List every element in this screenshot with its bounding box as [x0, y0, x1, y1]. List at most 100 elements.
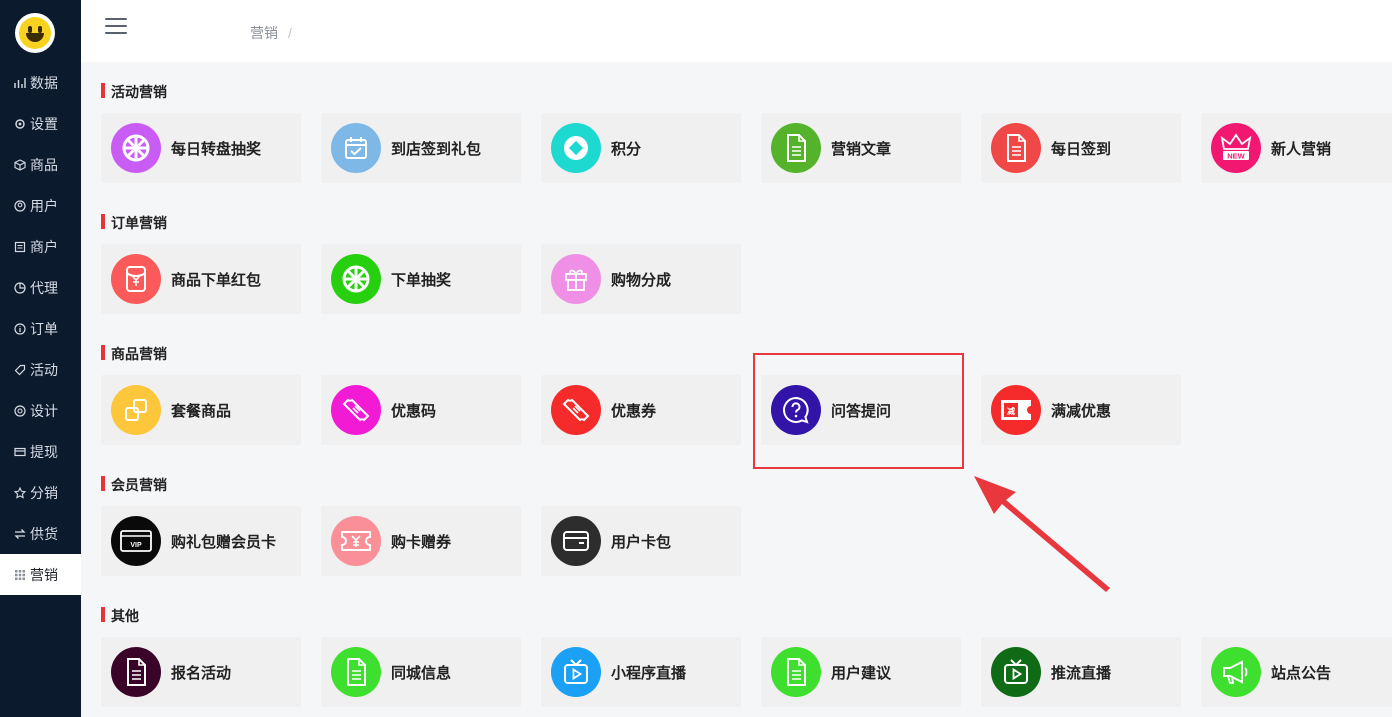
- feature-card-label: 问答提问: [831, 402, 892, 420]
- feature-card[interactable]: VIP 购礼包赠会员卡: [101, 506, 301, 576]
- feature-card[interactable]: 购物分成: [541, 244, 741, 314]
- feature-card[interactable]: NEW 新人营销: [1201, 113, 1392, 183]
- svg-text:减: 减: [1007, 406, 1015, 416]
- feature-card-label: 推流直播: [1051, 664, 1112, 682]
- feature-card-label: 用户卡包: [611, 533, 672, 551]
- calendar-check-icon: [331, 123, 381, 173]
- feature-card[interactable]: 减 满减优惠: [981, 375, 1181, 445]
- discount-icon: 减: [991, 385, 1041, 435]
- diamond-icon: [551, 123, 601, 173]
- sidebar-item-2[interactable]: 商品: [0, 144, 81, 185]
- feature-card-label: 营销文章: [831, 140, 892, 158]
- tag-icon: [13, 363, 26, 376]
- feature-card[interactable]: 到店签到礼包: [321, 113, 521, 183]
- feature-card-label: 购卡赠券: [391, 533, 452, 551]
- feature-card[interactable]: 优惠码: [321, 375, 521, 445]
- breadcrumb-separator: /: [288, 25, 292, 41]
- card-icon: [13, 445, 26, 458]
- swap-icon: [13, 527, 26, 540]
- header: 营销 /: [81, 0, 1392, 62]
- feature-card[interactable]: 报名活动: [101, 637, 301, 707]
- feature-card-label: 用户建议: [831, 664, 892, 682]
- sidebar-item-8[interactable]: 设计: [0, 390, 81, 431]
- sidebar-item-3[interactable]: 用户: [0, 185, 81, 226]
- info-icon: [13, 322, 26, 335]
- sidebar-item-label: 设计: [30, 402, 58, 419]
- crown-new-icon: NEW: [1211, 123, 1261, 173]
- breadcrumb: 营销 /: [250, 23, 292, 43]
- vip-card-icon: VIP: [111, 516, 161, 566]
- sidebar-item-label: 分销: [30, 484, 58, 501]
- sidebar-nav: 数据 设置商品用户商户代理订单活动设计提现分销供货营销: [0, 62, 81, 595]
- feature-card[interactable]: 每日签到: [981, 113, 1181, 183]
- feature-card[interactable]: 商品下单红包: [101, 244, 301, 314]
- stack-icon: [111, 385, 161, 435]
- feature-card-label: 到店签到礼包: [391, 140, 482, 158]
- feature-card[interactable]: 小程序直播: [541, 637, 741, 707]
- sidebar-item-label: 营销: [30, 566, 58, 583]
- sidebar-item-label: 订单: [30, 320, 58, 337]
- section-title: 商品营销: [101, 344, 167, 364]
- logo-smiley-icon[interactable]: [15, 13, 55, 53]
- question-icon: [771, 385, 821, 435]
- feature-card-label: 商品下单红包: [171, 271, 262, 289]
- section-title: 会员营销: [101, 475, 167, 495]
- feature-card-label: 报名活动: [171, 664, 232, 682]
- feature-card[interactable]: 推流直播: [981, 637, 1181, 707]
- megaphone-icon: [1211, 647, 1261, 697]
- sidebar-item-7[interactable]: 活动: [0, 349, 81, 390]
- feature-card[interactable]: 下单抽奖: [321, 244, 521, 314]
- feature-card-label: 满减优惠: [1051, 402, 1112, 420]
- feature-card[interactable]: 用户卡包: [541, 506, 741, 576]
- sidebar-item-5[interactable]: 代理: [0, 267, 81, 308]
- ticket-icon: [551, 385, 601, 435]
- feature-card[interactable]: 每日转盘抽奖: [101, 113, 301, 183]
- feature-card[interactable]: 同城信息: [321, 637, 521, 707]
- ticket-icon: [331, 385, 381, 435]
- document-icon: [771, 123, 821, 173]
- feature-card[interactable]: 用户建议: [761, 637, 961, 707]
- feature-card[interactable]: 问答提问: [761, 375, 961, 445]
- sidebar-item-0[interactable]: 数据: [0, 62, 81, 103]
- feature-card[interactable]: 购卡赠券: [321, 506, 521, 576]
- sidebar-item-11[interactable]: 供货: [0, 513, 81, 554]
- sidebar: 数据 设置商品用户商户代理订单活动设计提现分销供货营销: [0, 0, 81, 717]
- sidebar-item-6[interactable]: 订单: [0, 308, 81, 349]
- feature-card-label: 新人营销: [1271, 140, 1332, 158]
- feature-card-label: 优惠券: [611, 402, 657, 420]
- wallet-icon: [551, 516, 601, 566]
- sidebar-item-label: 供货: [30, 525, 58, 542]
- feature-card-label: 下单抽奖: [391, 271, 452, 289]
- feature-card-label: 同城信息: [391, 664, 452, 682]
- chart-icon: [13, 76, 26, 89]
- menu-toggle-icon[interactable]: [105, 18, 127, 34]
- breadcrumb-item[interactable]: 营销: [250, 25, 278, 41]
- user-icon: [13, 199, 26, 212]
- svg-text:NEW: NEW: [1227, 152, 1245, 161]
- sidebar-item-label: 用户: [30, 197, 58, 214]
- feature-card[interactable]: 套餐商品: [101, 375, 301, 445]
- sidebar-item-label: 商户: [30, 238, 58, 255]
- feature-card-label: 站点公告: [1271, 664, 1332, 682]
- sidebar-item-4[interactable]: 商户: [0, 226, 81, 267]
- sidebar-item-12[interactable]: 营销: [0, 554, 81, 595]
- feature-card[interactable]: 站点公告: [1201, 637, 1392, 707]
- feature-card[interactable]: 营销文章: [761, 113, 961, 183]
- feature-card-label: 购物分成: [611, 271, 672, 289]
- feature-card[interactable]: 积分: [541, 113, 741, 183]
- palette-icon: [13, 404, 26, 417]
- feature-card-label: 小程序直播: [611, 664, 687, 682]
- document-icon: [331, 647, 381, 697]
- red-envelope-icon: [111, 254, 161, 304]
- sidebar-item-9[interactable]: 提现: [0, 431, 81, 472]
- yen-ticket-icon: [331, 516, 381, 566]
- section-title: 订单营销: [101, 213, 167, 233]
- sidebar-item-1[interactable]: 设置: [0, 103, 81, 144]
- box-icon: [13, 158, 26, 171]
- document-icon: [111, 647, 161, 697]
- document-icon: [991, 123, 1041, 173]
- feature-card[interactable]: 优惠券: [541, 375, 741, 445]
- feature-card-label: 套餐商品: [171, 402, 232, 420]
- sidebar-item-label: 商品: [30, 156, 58, 173]
- sidebar-item-10[interactable]: 分销: [0, 472, 81, 513]
